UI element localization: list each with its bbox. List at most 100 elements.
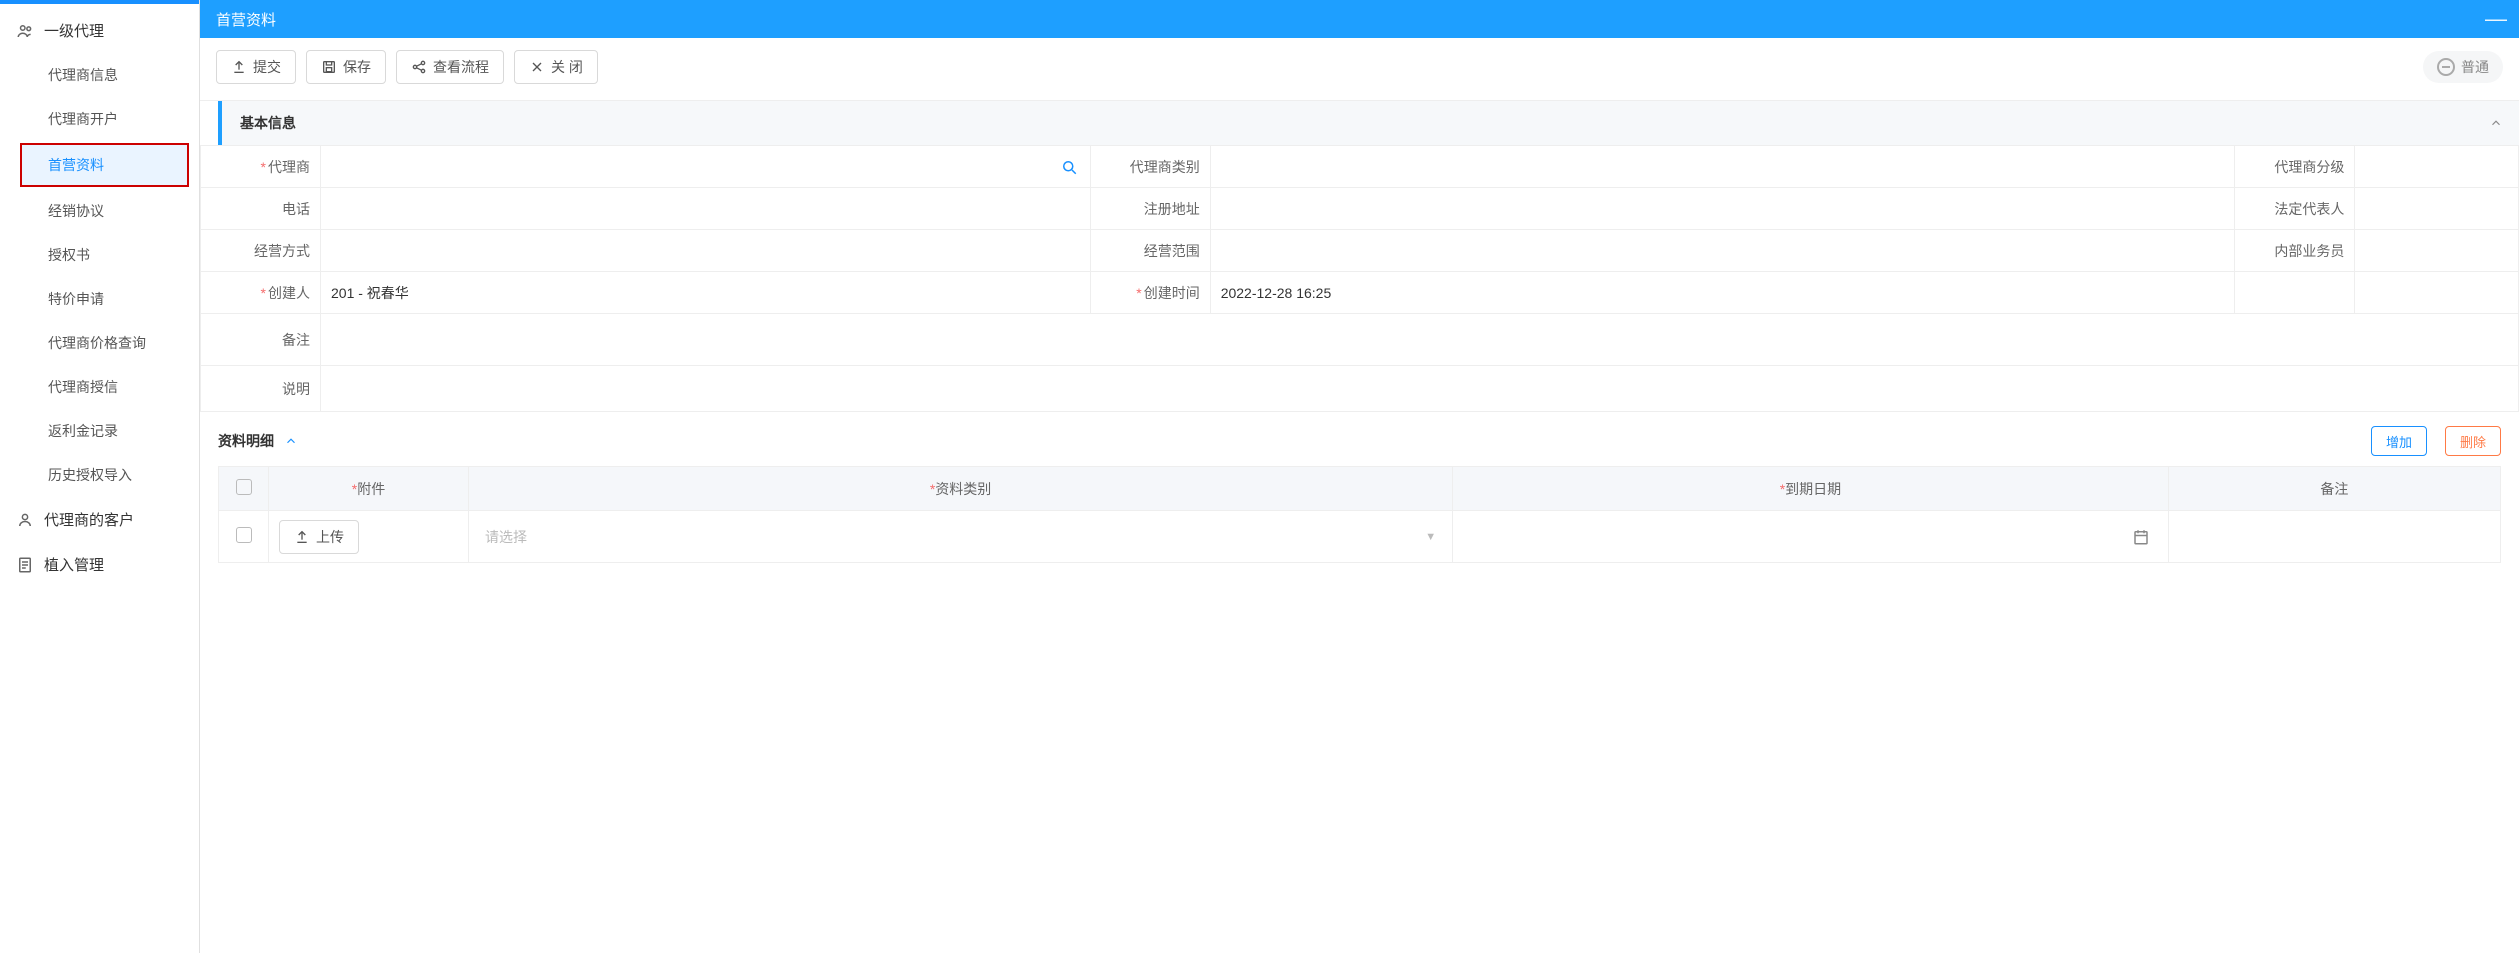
detail-table: *附件 *资料类别 *到期日期 备注	[218, 466, 2501, 563]
content: 基本信息 *代理商 代理商类别 代理商分级	[200, 101, 2519, 953]
share-icon	[411, 59, 427, 75]
titlebar: 首营资料 —	[200, 0, 2519, 38]
col-expire: *到期日期	[1453, 467, 2169, 511]
submit-button[interactable]: 提交	[216, 50, 296, 84]
input-biz-scope[interactable]	[1210, 230, 2235, 272]
normal-chip[interactable]: 普通	[2423, 51, 2503, 83]
close-button[interactable]: 关 闭	[514, 50, 598, 84]
cell-expire[interactable]	[1453, 511, 2169, 563]
sidebar-item-dist-agreement[interactable]: 经销协议	[0, 189, 199, 233]
col-remark: 备注	[2168, 467, 2500, 511]
label-remark: 备注	[201, 314, 321, 366]
input-desc[interactable]	[321, 366, 2519, 412]
input-agent-level[interactable]	[2355, 146, 2519, 188]
label-biz-mode: 经营方式	[201, 230, 321, 272]
sidebar-item-history-import[interactable]: 历史授权导入	[0, 453, 199, 497]
delete-button[interactable]: 删除	[2445, 426, 2501, 456]
main: 首营资料 — 提交 保存 查看流程	[200, 0, 2519, 953]
minus-circle-icon	[2437, 58, 2455, 76]
collapse-icon[interactable]	[2489, 116, 2503, 130]
checkbox-all[interactable]	[236, 479, 252, 495]
normal-chip-label: 普通	[2461, 57, 2489, 77]
date-picker[interactable]	[1463, 528, 2158, 546]
label-agent-type: 代理商类别	[1090, 146, 1210, 188]
sidebar-item-rebate[interactable]: 返利金记录	[0, 409, 199, 453]
menu-group-header-implant[interactable]: 植入管理	[0, 542, 199, 587]
upload-icon	[294, 529, 310, 545]
menu-group-title: 一级代理	[44, 20, 104, 41]
cell-attachment: 上传	[269, 511, 469, 563]
menu-group-title: 代理商的客户	[44, 509, 134, 530]
cell-remark[interactable]	[2168, 511, 2500, 563]
value-create-time: 2022-12-28 16:25	[1210, 272, 2235, 314]
save-button[interactable]: 保存	[306, 50, 386, 84]
input-agent[interactable]	[321, 146, 1091, 188]
detail-title: 资料明细	[218, 431, 274, 451]
sidebar-item-credit[interactable]: 代理商授信	[0, 365, 199, 409]
menu-group-header-agent[interactable]: 一级代理	[0, 8, 199, 53]
label-legal-rep: 法定代表人	[2235, 188, 2355, 230]
chevron-up-icon[interactable]	[284, 434, 298, 448]
document-icon	[16, 556, 34, 574]
upload-label: 上传	[316, 527, 344, 547]
detail-header: 资料明细 增加 删除	[200, 412, 2519, 466]
upload-button[interactable]: 上传	[279, 520, 359, 554]
type-select[interactable]: 请选择 ▼	[479, 527, 1442, 547]
user-icon	[16, 511, 34, 529]
col-attachment: *附件	[269, 467, 469, 511]
label-creator: *创建人	[201, 272, 321, 314]
input-biz-mode[interactable]	[321, 230, 1091, 272]
cell-check	[219, 511, 269, 563]
form-grid: *代理商 代理商类别 代理商分级 电话 注册地址	[200, 145, 2519, 412]
input-agent-type[interactable]	[1210, 146, 2235, 188]
input-phone[interactable]	[321, 188, 1091, 230]
sidebar-item-special-price[interactable]: 特价申请	[0, 277, 199, 321]
value-creator: 201 - 祝春华	[321, 272, 1091, 314]
input-legal-rep[interactable]	[2355, 188, 2519, 230]
table-row: 上传 请选择 ▼	[219, 511, 2501, 563]
sidebar: 一级代理 代理商信息 代理商开户 首营资料 经销协议 授权书 特价申请 代理商价…	[0, 0, 200, 953]
label-reg-addr: 注册地址	[1090, 188, 1210, 230]
minimize-button[interactable]: —	[2485, 0, 2507, 38]
menu-group-agent: 一级代理 代理商信息 代理商开户 首营资料 经销协议 授权书 特价申请 代理商价…	[0, 8, 199, 497]
close-label: 关 闭	[551, 57, 583, 77]
label-desc: 说明	[201, 366, 321, 412]
submit-label: 提交	[253, 57, 281, 77]
caret-down-icon: ▼	[1425, 531, 1436, 543]
sidebar-item-first-biz[interactable]: 首营资料	[20, 143, 189, 187]
calendar-icon	[2132, 528, 2150, 546]
viewflow-button[interactable]: 查看流程	[396, 50, 504, 84]
viewflow-label: 查看流程	[433, 57, 489, 77]
sidebar-item-price-query[interactable]: 代理商价格查询	[0, 321, 199, 365]
input-internal-sales[interactable]	[2355, 230, 2519, 272]
section-basic: 基本信息	[218, 101, 2519, 145]
sidebar-accent	[0, 0, 199, 4]
label-phone: 电话	[201, 188, 321, 230]
cell-type[interactable]: 请选择 ▼	[469, 511, 1453, 563]
col-type: *资料类别	[469, 467, 1453, 511]
label-agent: *代理商	[201, 146, 321, 188]
section-title: 基本信息	[240, 113, 296, 133]
save-icon	[321, 59, 337, 75]
label-biz-scope: 经营范围	[1090, 230, 1210, 272]
sidebar-item-authorization[interactable]: 授权书	[0, 233, 199, 277]
sidebar-item-agent-open[interactable]: 代理商开户	[0, 97, 199, 141]
menu-group-implant: 植入管理	[0, 542, 199, 587]
input-reg-addr[interactable]	[1210, 188, 2235, 230]
menu-group-title: 植入管理	[44, 554, 104, 575]
save-label: 保存	[343, 57, 371, 77]
search-icon[interactable]	[1060, 158, 1078, 176]
col-check	[219, 467, 269, 511]
sidebar-item-agent-info[interactable]: 代理商信息	[0, 53, 199, 97]
toolbar: 提交 保存 查看流程 关 闭	[200, 38, 2519, 101]
label-create-time: *创建时间	[1090, 272, 1210, 314]
menu-group-customer: 代理商的客户	[0, 497, 199, 542]
users-icon	[16, 22, 34, 40]
label-agent-level: 代理商分级	[2235, 146, 2355, 188]
checkbox-row[interactable]	[236, 527, 252, 543]
add-button[interactable]: 增加	[2371, 426, 2427, 456]
input-remark[interactable]	[321, 314, 2519, 366]
menu-group-header-customer[interactable]: 代理商的客户	[0, 497, 199, 542]
page-title: 首营资料	[216, 9, 276, 30]
close-icon	[529, 59, 545, 75]
